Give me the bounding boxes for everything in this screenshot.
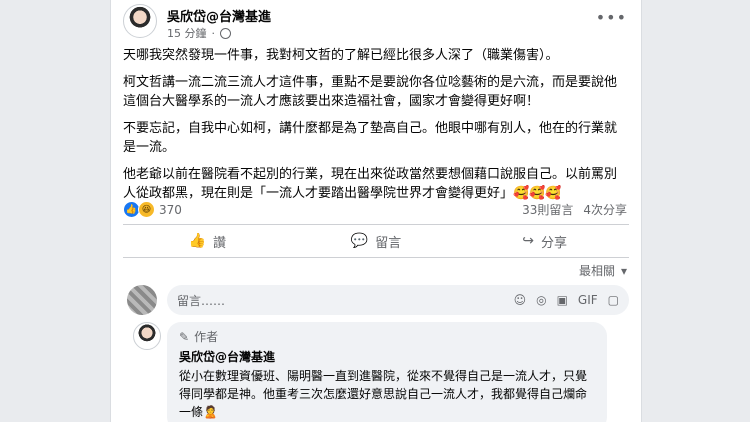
comment-placeholder: 留言…… bbox=[177, 293, 226, 308]
thumbs-up-icon: 👍 bbox=[188, 233, 207, 249]
author-avatar[interactable] bbox=[123, 4, 157, 38]
comments-count[interactable]: 33則留言 bbox=[522, 201, 573, 218]
comment-bubble-icon: 💬 bbox=[350, 233, 369, 249]
post-meta: 15 分鐘 · bbox=[167, 25, 231, 41]
comment-input[interactable]: 留言…… ☺ ◎ ▣ GIF ▢ bbox=[167, 285, 629, 315]
haha-reaction-icon: 😆 bbox=[138, 201, 155, 218]
camera-icon[interactable]: ▣ bbox=[557, 293, 568, 307]
author-badge: ✎ 作者 bbox=[179, 328, 595, 345]
share-button[interactable]: ↪ 分享 bbox=[460, 226, 629, 256]
composer-icons: ☺ ◎ ▣ GIF ▢ bbox=[514, 293, 619, 307]
comment-sort-dropdown[interactable]: 最相關 ▾ bbox=[579, 262, 627, 279]
globe-icon bbox=[220, 27, 231, 39]
engagement-counts: 33則留言 4次分享 bbox=[522, 201, 627, 218]
post-body: 天哪我突然發現一件事，我對柯文哲的了解已經比很多人深了（職業傷害）。 柯文哲講一… bbox=[123, 46, 628, 211]
divider bbox=[123, 257, 629, 258]
post-time[interactable]: 15 分鐘 bbox=[167, 25, 207, 41]
more-options-icon[interactable]: ••• bbox=[596, 8, 627, 27]
reaction-count: 370 bbox=[159, 202, 182, 217]
post-card: 吳欣岱@台灣基進 15 分鐘 · ••• 天哪我突然發現一件事，我對柯文哲的了解… bbox=[110, 0, 642, 422]
post-paragraph: 柯文哲講一流二流三流人才這件事，重點不是要說你各位唸藝術的是六流，而是要說他這個… bbox=[123, 75, 618, 109]
sticker-square-icon[interactable]: ▢ bbox=[608, 293, 619, 307]
commenter-name[interactable]: 吳欣岱@台灣基進 bbox=[179, 348, 595, 365]
divider bbox=[123, 224, 629, 225]
like-label: 讚 bbox=[213, 235, 227, 251]
gif-icon[interactable]: GIF bbox=[578, 293, 598, 307]
shares-count[interactable]: 4次分享 bbox=[583, 201, 627, 218]
author-badge-label: 作者 bbox=[194, 330, 219, 344]
comment-bubble: ✎ 作者 吳欣岱@台灣基進 從小在數理資優班、陽明醫一直到進醫院，從來不覺得自己… bbox=[167, 322, 607, 422]
like-button[interactable]: 👍 讚 bbox=[123, 226, 292, 256]
share-label: 分享 bbox=[541, 235, 568, 251]
post-paragraph: 天哪我突然發現一件事，我對柯文哲的了解已經比很多人深了（職業傷害）。 bbox=[123, 48, 559, 63]
comment-label: 留言 bbox=[375, 235, 402, 251]
post-paragraph: 他老爺以前在醫院看不起別的行業，現在出來從政當然要想個藉口說服自己。以前罵別人從… bbox=[123, 167, 618, 201]
action-bar: 👍 讚 💬 留言 ↪ 分享 bbox=[123, 226, 629, 256]
user-avatar bbox=[127, 285, 157, 315]
comment-composer: 留言…… ☺ ◎ ▣ GIF ▢ bbox=[123, 285, 629, 315]
post-paragraph: 不要忘記，自我中心如柯，講什麼都是為了墊高自己。他眼中哪有別人，他在的行業就是一… bbox=[123, 121, 618, 155]
comment-button[interactable]: 💬 留言 bbox=[292, 226, 461, 256]
emoji-icon[interactable]: ☺ bbox=[514, 293, 527, 307]
sort-label: 最相關 bbox=[578, 264, 615, 278]
comment-text: 從小在數理資優班、陽明醫一直到進醫院，從來不覺得自己是一流人才，只覺得同學都是神… bbox=[179, 369, 588, 419]
commenter-avatar[interactable] bbox=[133, 322, 161, 350]
sticker-icon[interactable]: ◎ bbox=[536, 293, 546, 307]
pen-icon: ✎ bbox=[179, 329, 190, 344]
share-arrow-icon: ↪ bbox=[522, 233, 535, 249]
chevron-down-icon: ▾ bbox=[620, 263, 627, 278]
reaction-summary[interactable]: 👍 😆 370 bbox=[123, 201, 182, 218]
post-author[interactable]: 吳欣岱@台灣基進 bbox=[167, 6, 271, 25]
